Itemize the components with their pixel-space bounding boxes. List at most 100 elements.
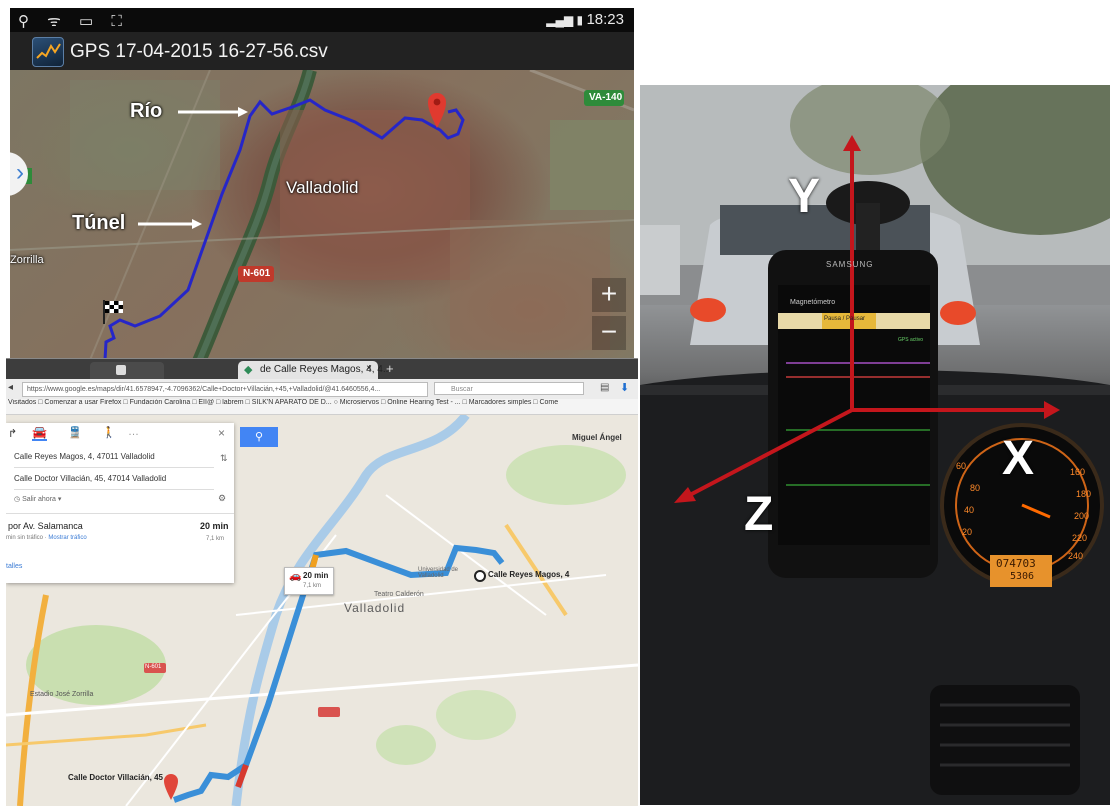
app-logo-icon[interactable] (32, 37, 64, 67)
chart-icon (36, 43, 61, 59)
gauge-tick: 160 (1070, 467, 1086, 477)
search-button[interactable]: ⚲ (240, 427, 278, 447)
status-icons: ⚲ ᯤ ▭ ⛶ (18, 13, 129, 30)
tab-background[interactable] (90, 362, 164, 379)
rio-label: Río (130, 100, 163, 122)
city-label: Valladolid (286, 178, 359, 197)
route-line[interactable] (172, 544, 505, 803)
pause-tab: Pausa / Pausar (824, 316, 866, 322)
destination-input[interactable]: Calle Doctor Villacián, 45, 47014 Vallad… (14, 469, 214, 490)
clock-icon: ◷ (14, 496, 21, 503)
walk-icon[interactable]: ↱ (8, 427, 17, 440)
route-option[interactable]: por Av. Salamanca (8, 521, 83, 531)
bookmark-star-icon[interactable]: ▤ (600, 382, 609, 393)
destination-text: Calle Doctor Villacián, 45, 47014 Vallad… (14, 474, 167, 483)
map-n601-label: N-601 (145, 664, 162, 670)
depart-text: Salir ahora (22, 496, 56, 503)
browser-search-placeholder: Buscar (451, 386, 473, 393)
desktop-browser: ◆ de Calle Reyes Magos, 4, 4... × + ◂ ht… (6, 358, 638, 806)
new-tab-button[interactable]: + (386, 361, 394, 376)
gps-status: GPS activo (898, 337, 924, 343)
zorrilla-label: Zorrilla (10, 254, 44, 266)
bookmark-item[interactable]: Fundación Carolina (130, 399, 191, 406)
dashboard-photo: SAMSUNG Magnetómetro Pausa / Pausar GPS … (640, 85, 1110, 805)
options-icon[interactable]: ⚙ (218, 493, 226, 504)
miguel-angel-label: Miguel Ángel (572, 433, 622, 442)
transit-icon[interactable]: 🚆 (68, 426, 82, 439)
route-name: por Av. Salamanca (8, 521, 83, 531)
phone-brand: SAMSUNG (826, 260, 874, 269)
address-field[interactable]: https://www.google.es/maps/dir/41.657894… (22, 382, 428, 397)
bookmark-item[interactable]: labrem (222, 399, 243, 406)
more-modes-icon[interactable]: … (128, 426, 139, 438)
zoom-controls: + − (592, 278, 626, 350)
tab-favicon-icon (116, 365, 126, 375)
status-right: ▂▄▆ ▮ 18:23 (546, 11, 624, 28)
file-title: GPS 17-04-2015 16-27-56.csv (70, 41, 328, 62)
app-title: Magnetómetro (790, 299, 836, 306)
back-icon[interactable]: ◂ (8, 382, 13, 393)
gauge-tick: 80 (970, 483, 981, 493)
route-distance: 7,1 km (206, 536, 225, 542)
origin-label: Calle Reyes Magos, 4 (488, 570, 570, 579)
details-link[interactable]: talles (6, 563, 22, 570)
teatro-label: Teatro Calderón (374, 591, 424, 598)
walk-mode-icon[interactable]: 🚶 (102, 426, 116, 439)
gauge-tick: 240 (1068, 551, 1084, 561)
bookmark-item[interactable]: Microsiervos (340, 399, 379, 406)
app-bar: GPS 17-04-2015 16-27-56.csv (10, 32, 634, 70)
gauge-tick: 20 (962, 527, 973, 537)
browser-tab-strip: ◆ de Calle Reyes Magos, 4, 4... × + (6, 359, 638, 379)
search-icon: ⚲ (254, 431, 264, 443)
route-badge[interactable]: 🚗 20 min 7,1 km (284, 567, 334, 595)
status-time: 18:23 (586, 11, 624, 28)
url-bar: ◂ https://www.google.es/maps/dir/41.6578… (6, 379, 638, 400)
bookmark-item[interactable]: Come (539, 399, 558, 406)
car-mode-icon[interactable]: 🚘 (32, 425, 47, 441)
photo-scene (640, 85, 1110, 805)
traffic-line: min sin tráfico · Mostrar tráfico (6, 535, 87, 541)
gauge-tick: 220 (1072, 533, 1088, 543)
axis-x-label: X (1002, 432, 1035, 485)
bookmark-item[interactable]: Visitados (8, 399, 36, 406)
bookmarks-bar: Visitados □ Comenzar a usar Firefox □ Fu… (6, 399, 638, 415)
browser-search-field[interactable]: Buscar (434, 382, 584, 395)
tab-active[interactable]: ◆ de Calle Reyes Magos, 4, 4... × (238, 361, 391, 379)
swap-icon[interactable]: ⇅ (220, 453, 228, 464)
tab-close-icon[interactable]: × (366, 363, 372, 374)
destination-label: Calle Doctor Villacián, 45 (68, 773, 164, 782)
gauge-tick: 40 (964, 505, 975, 515)
bookmark-item[interactable]: EII@ (198, 399, 214, 406)
close-directions-icon[interactable]: × (218, 426, 225, 440)
zoom-out-button[interactable]: − (592, 316, 626, 350)
gauge-tick: 60 (956, 461, 967, 471)
car-icon: 🚗 (289, 571, 302, 582)
download-icon[interactable]: ⬇ (620, 381, 629, 394)
tunel-label: Túnel (72, 212, 126, 234)
traffic-note: min sin tráfico · (6, 535, 47, 541)
n601-label: N-601 (243, 268, 271, 279)
directions-panel: ↱ 🚘 🚆 🚶 … × Calle Reyes Magos, 4, 47011 … (6, 423, 234, 583)
show-traffic-link[interactable]: Mostrar tráfico (48, 535, 86, 541)
bookmark-item[interactable]: SILK'N APARATO DE D... (252, 399, 332, 406)
destination-pin-icon[interactable] (164, 774, 178, 800)
route-time: 20 min (200, 521, 229, 531)
badge-distance: 7,1 km (303, 583, 322, 589)
va140-label: VA-140 (589, 92, 623, 103)
highway (17, 594, 49, 806)
depart-select[interactable]: ◷ Salir ahora ▾ (14, 493, 94, 507)
address-text: https://www.google.es/maps/dir/41.657894… (27, 386, 381, 393)
bookmark-item[interactable]: Online Hearing Test - ... (387, 399, 460, 406)
map-city-label: Valladolid (344, 601, 406, 615)
zoom-in-button[interactable]: + (592, 278, 626, 312)
axis-y-label: Y (788, 170, 821, 223)
bookmark-item[interactable]: Marcadores simples (469, 399, 532, 406)
phone-screenshot: ⚲ ᯤ ▭ ⛶ ▂▄▆ ▮ 18:23 GPS 17-04-2015 16-27… (10, 8, 634, 360)
odometer-bottom: 5306 (1010, 571, 1035, 582)
origin-text: Calle Reyes Magos, 4, 47011 Valladolid (14, 452, 155, 461)
bookmark-item[interactable]: Comenzar a usar Firefox (44, 399, 121, 406)
satellite-map[interactable]: Río Túnel Valladolid Zorrilla N-601 VA-1… (10, 70, 634, 360)
gauge-tick: 200 (1074, 511, 1090, 521)
maps-favicon-icon: ◆ (244, 364, 253, 376)
origin-input[interactable]: Calle Reyes Magos, 4, 47011 Valladolid (14, 447, 214, 468)
